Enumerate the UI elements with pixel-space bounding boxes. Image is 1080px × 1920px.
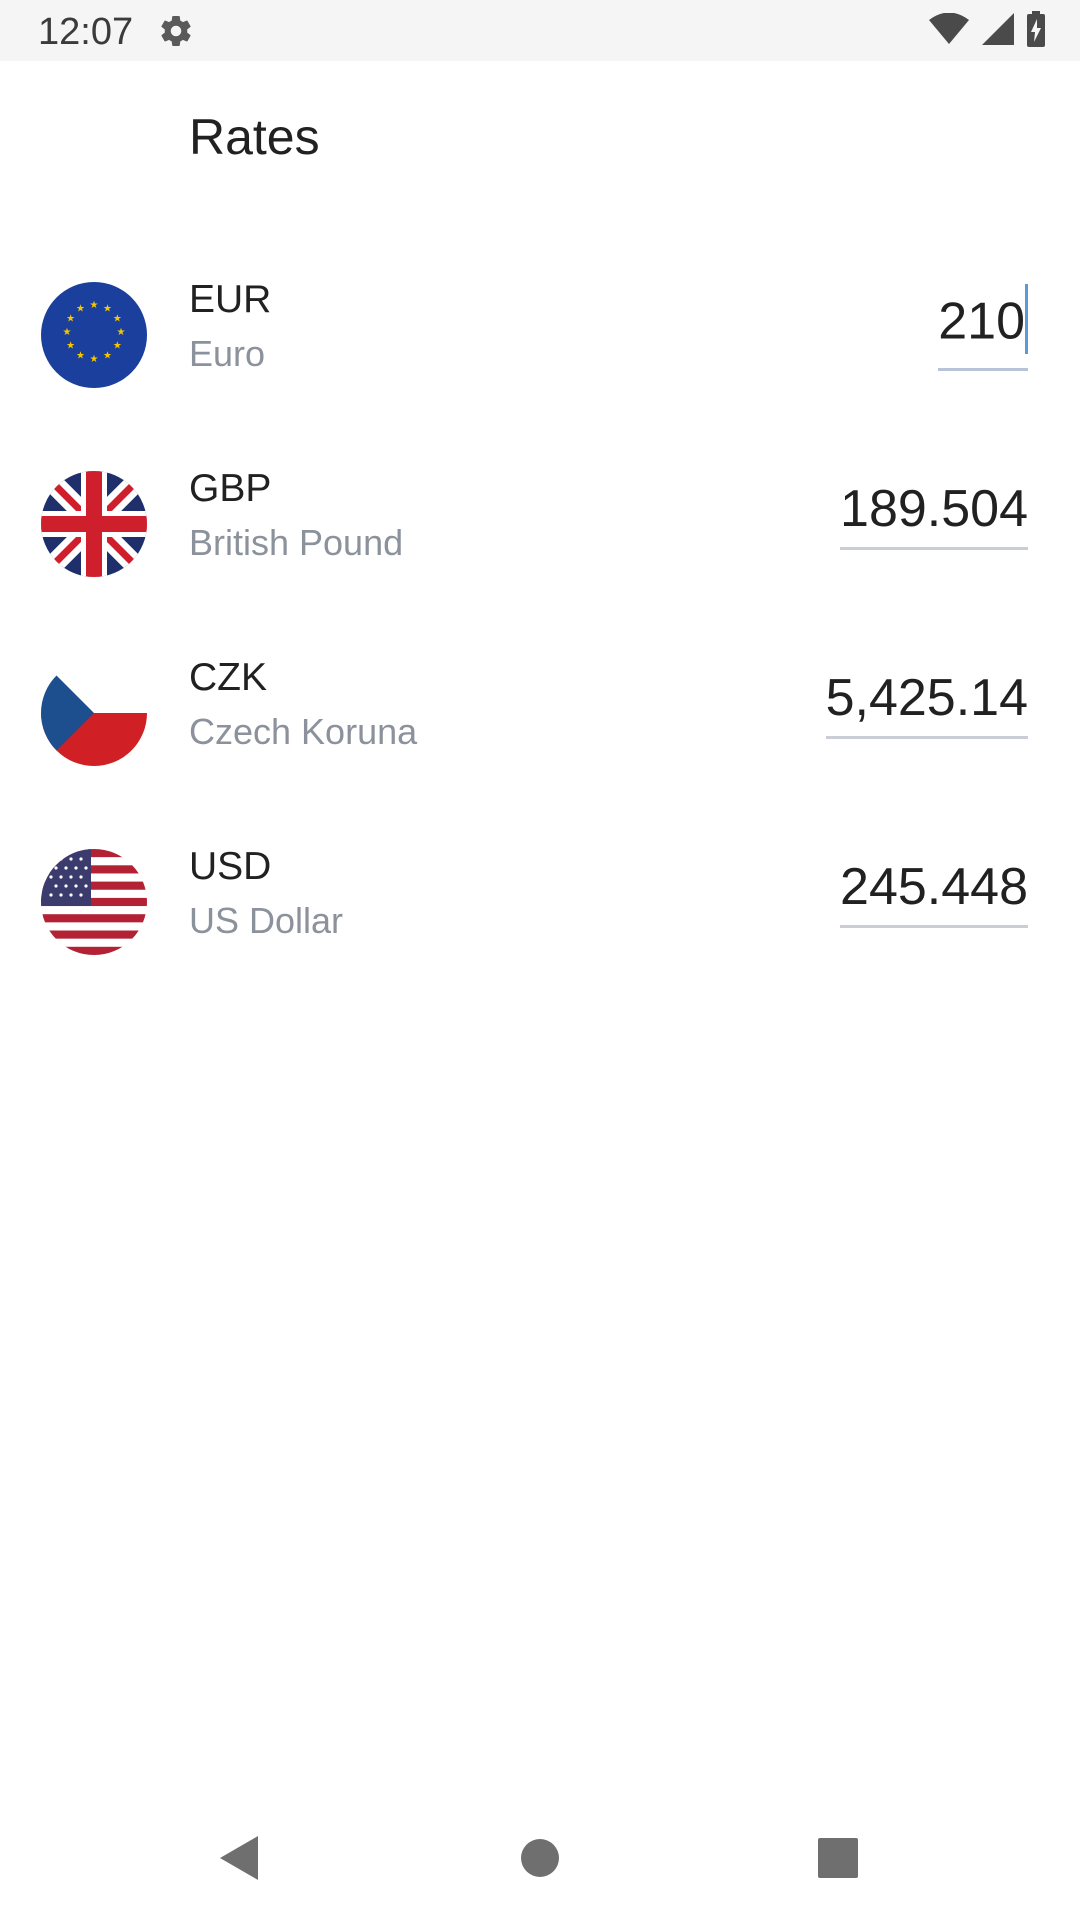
svg-text:★: ★ bbox=[90, 354, 99, 365]
rate-row-eur[interactable]: ★ ★ ★ ★ ★ ★ ★ ★ ★ ★ ★ ★ EUR Euro 210 bbox=[0, 230, 1080, 420]
svg-text:★: ★ bbox=[113, 341, 122, 352]
svg-text:★: ★ bbox=[66, 341, 75, 352]
navigation-bar bbox=[0, 1800, 1080, 1920]
currency-name: Euro bbox=[189, 333, 266, 374]
wifi-icon bbox=[928, 12, 970, 50]
text-cursor bbox=[1025, 284, 1028, 354]
amount-input-eur[interactable]: 210 bbox=[938, 284, 1028, 371]
amount-value: 189.504 bbox=[840, 480, 1028, 538]
svg-text:★: ★ bbox=[76, 304, 85, 315]
recents-button[interactable] bbox=[808, 1828, 868, 1888]
svg-text:★: ★ bbox=[117, 327, 126, 338]
amount-input-gbp[interactable]: 189.504 bbox=[840, 479, 1028, 550]
back-button[interactable] bbox=[210, 1828, 270, 1888]
screen: 12:07 Rates ★ ★ ★ ★ ★ ★ ★ ★ ★ ★ ★ ★ EUR … bbox=[0, 0, 1080, 1920]
amount-value: 5,425.14 bbox=[825, 669, 1028, 727]
back-triangle-icon bbox=[220, 1836, 258, 1880]
status-time: 12:07 bbox=[38, 11, 134, 53]
home-circle-icon bbox=[521, 1839, 559, 1877]
svg-text:★: ★ bbox=[103, 304, 112, 315]
czech-flag-icon bbox=[41, 660, 147, 766]
eu-flag-icon: ★ ★ ★ ★ ★ ★ ★ ★ ★ ★ ★ ★ bbox=[41, 282, 147, 388]
svg-text:★: ★ bbox=[76, 350, 85, 361]
currency-name: Czech Koruna bbox=[189, 711, 418, 752]
rate-row-gbp[interactable]: GBP British Pound 189.504 bbox=[0, 419, 1080, 609]
status-icons bbox=[928, 10, 1046, 50]
us-flag-icon bbox=[41, 849, 147, 955]
battery-charging-icon bbox=[1026, 10, 1046, 52]
home-button[interactable] bbox=[510, 1828, 570, 1888]
currency-code: GBP bbox=[189, 467, 272, 510]
svg-text:★: ★ bbox=[66, 314, 75, 325]
currency-code: EUR bbox=[189, 278, 272, 321]
currency-name: US Dollar bbox=[189, 900, 344, 941]
amount-value: 210 bbox=[938, 292, 1025, 351]
recents-square-icon bbox=[818, 1838, 858, 1878]
signal-icon bbox=[982, 12, 1014, 50]
currency-code: USD bbox=[189, 845, 272, 888]
amount-input-usd[interactable]: 245.448 bbox=[840, 857, 1028, 928]
status-bar: 12:07 bbox=[0, 0, 1080, 61]
amount-value: 245.448 bbox=[840, 858, 1028, 916]
svg-text:★: ★ bbox=[113, 314, 122, 325]
svg-text:★: ★ bbox=[63, 327, 72, 338]
svg-text:★: ★ bbox=[103, 350, 112, 361]
page-title: Rates bbox=[189, 109, 320, 165]
settings-gear-icon bbox=[158, 13, 194, 49]
amount-input-czk[interactable]: 5,425.14 bbox=[825, 668, 1028, 739]
svg-text:★: ★ bbox=[90, 300, 99, 311]
rate-row-czk[interactable]: CZK Czech Koruna 5,425.14 bbox=[0, 608, 1080, 798]
rate-row-usd[interactable]: USD US Dollar 245.448 bbox=[0, 797, 1080, 987]
uk-flag-icon bbox=[41, 471, 147, 577]
currency-name: British Pound bbox=[189, 522, 404, 563]
currency-code: CZK bbox=[189, 656, 267, 699]
